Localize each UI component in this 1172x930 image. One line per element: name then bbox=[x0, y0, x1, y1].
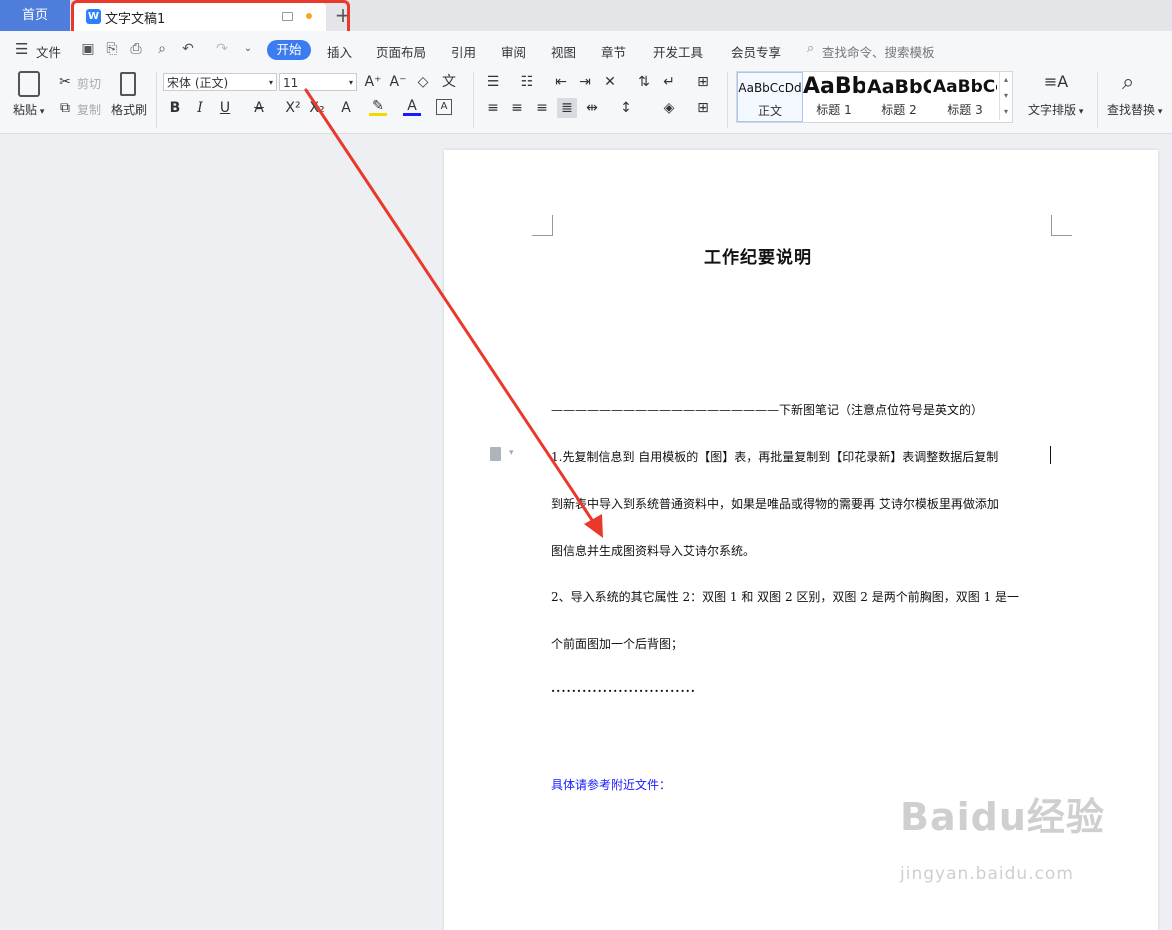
watermark-url: jingyan.baidu.com bbox=[900, 864, 1074, 884]
annotation-arrow bbox=[304, 88, 603, 538]
watermark-logo: Baidu经验 bbox=[900, 795, 1105, 839]
